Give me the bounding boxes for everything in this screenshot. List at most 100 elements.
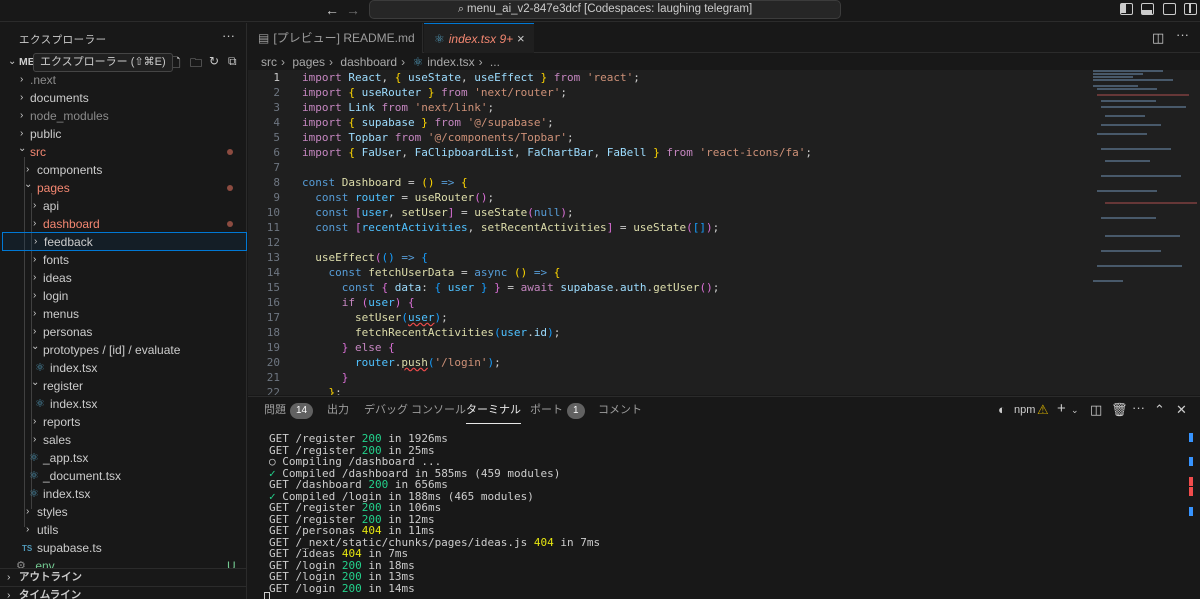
- code-line: 13 useEffect(() => {: [248, 250, 1088, 265]
- react-icon: ⚛: [29, 470, 39, 482]
- tree-folder-node-modules[interactable]: › node_modules: [0, 107, 246, 125]
- tree-folder-components[interactable]: › components: [0, 161, 246, 179]
- toggle-panel-icon[interactable]: [1141, 3, 1154, 15]
- react-icon: ⚛: [29, 452, 39, 464]
- tree-label: _document.tsx: [43, 469, 122, 483]
- chevron-right-icon: ›: [33, 416, 37, 427]
- collapse-folders-icon[interactable]: ⧉: [228, 54, 237, 69]
- tab-terminal[interactable]: ターミナル: [466, 397, 521, 424]
- tree-folder-register[interactable]: ⌄ register: [0, 377, 246, 395]
- tree-folder-next[interactable]: › .next: [0, 71, 246, 89]
- tree-folder-public[interactable]: › public: [0, 125, 246, 143]
- tree-folder-menus[interactable]: › menus: [0, 305, 246, 323]
- timeline-section[interactable]: › タイムライン: [0, 586, 246, 599]
- more-actions-icon[interactable]: ···: [1132, 400, 1145, 415]
- code-editor[interactable]: 1 import React, { useState, useEffect } f…: [248, 70, 1200, 395]
- tree-folder-fonts[interactable]: › fonts: [0, 251, 246, 269]
- breadcrumb-item[interactable]: ...: [490, 55, 500, 69]
- tab-index-tsx[interactable]: ⚛ index.tsx 9+ ×: [424, 23, 534, 53]
- tree-folder-documents[interactable]: › documents: [0, 89, 246, 107]
- tab-readme-preview[interactable]: ▤ [プレビュー] README.md: [248, 23, 423, 53]
- refresh-icon[interactable]: ↻: [209, 54, 219, 68]
- more-actions-icon[interactable]: ···: [1176, 27, 1189, 42]
- tab-debug-console[interactable]: デバッグ コンソール: [364, 397, 466, 424]
- tree-file-app-tsx[interactable]: ⚛ _app.tsx: [0, 449, 246, 467]
- tree-folder-reports[interactable]: › reports: [0, 413, 246, 431]
- minimap-line: [1093, 79, 1173, 81]
- tree-file-supabase-ts[interactable]: TS supabase.ts: [0, 539, 246, 557]
- line-number: 14: [266, 266, 280, 279]
- code-text: const { data: { user } } = await supabas…: [341, 281, 720, 294]
- tree-label: public: [30, 127, 62, 141]
- tab-ports[interactable]: ポート 1: [530, 397, 585, 424]
- tree-folder-feedback[interactable]: › feedback: [2, 232, 247, 251]
- back-arrow-icon[interactable]: ←: [325, 2, 339, 18]
- tree-label: .next: [30, 73, 57, 87]
- warning-icon: ⚠: [1037, 402, 1049, 417]
- chevron-right-icon: ›: [20, 74, 24, 85]
- tab-label: 問題: [264, 404, 286, 416]
- toggle-primary-sidebar-icon[interactable]: [1120, 3, 1133, 15]
- tree-file-index-tsx[interactable]: ⚛ index.tsx: [0, 485, 246, 503]
- more-actions-icon[interactable]: ···: [222, 28, 235, 43]
- breadcrumb-item[interactable]: src: [261, 55, 277, 69]
- line-number: 1: [273, 71, 280, 84]
- close-panel-icon[interactable]: ✕: [1176, 402, 1187, 418]
- toggle-secondary-sidebar-icon[interactable]: [1163, 3, 1176, 15]
- tree-label: pages: [37, 181, 70, 195]
- tree-folder-login[interactable]: › login: [0, 287, 246, 305]
- new-terminal-icon[interactable]: +: [1057, 400, 1066, 417]
- line-number: 19: [266, 341, 280, 354]
- tree-file-index-tsx[interactable]: ⚛ index.tsx: [0, 395, 246, 413]
- breadcrumb-item[interactable]: pages: [292, 55, 325, 69]
- tree-folder-src[interactable]: ⌄ src: [0, 143, 246, 161]
- tree-folder-ideas[interactable]: › ideas: [0, 269, 246, 287]
- code-text: import { supabase } from '@/supabase';: [302, 116, 554, 129]
- tree-folder-dashboard[interactable]: › dashboard: [0, 215, 246, 233]
- code-text: const fetchUserData = async () => {: [328, 266, 561, 279]
- tab-problems[interactable]: 問題 14: [264, 397, 314, 424]
- breadcrumb-item[interactable]: dashboard: [340, 55, 397, 69]
- minimap-line: [1097, 190, 1157, 192]
- minimap-line: [1101, 148, 1171, 150]
- chevron-right-icon: ›: [7, 589, 11, 599]
- tree-folder-api[interactable]: › api: [0, 197, 246, 215]
- tree-file-document-tsx[interactable]: ⚛ _document.tsx: [0, 467, 246, 485]
- trash-icon[interactable]: 🗑: [1111, 402, 1128, 418]
- tab-output[interactable]: 出力: [327, 397, 349, 424]
- split-editor-icon[interactable]: ◫: [1152, 30, 1164, 46]
- breadcrumb-item[interactable]: index.tsx: [427, 55, 474, 69]
- ports-count-badge: 1: [567, 403, 585, 419]
- command-center[interactable]: ⌕ menu_ai_v2-847e3dcf [Codespaces: laughi…: [369, 0, 841, 19]
- breadcrumb: src › pages › dashboard › ⚛ index.tsx › ...: [261, 54, 504, 70]
- tree-folder-utils[interactable]: › utils: [0, 521, 246, 539]
- search-icon: ⌕: [457, 3, 465, 15]
- terminal-name[interactable]: npm: [1014, 404, 1035, 416]
- code-text: }: [341, 371, 349, 384]
- code-line: 2 import { useRouter } from 'next/router'…: [248, 85, 1088, 100]
- tree-folder-pages[interactable]: ⌄ pages: [0, 179, 246, 197]
- minimap-line: [1101, 217, 1156, 219]
- preview-icon: ▤: [258, 31, 270, 45]
- line-number: 22: [266, 386, 280, 395]
- tree-folder-styles[interactable]: › styles: [0, 503, 246, 521]
- split-terminal-icon[interactable]: ◫: [1090, 402, 1102, 418]
- minimap-line: [1101, 100, 1156, 102]
- chevron-right-icon: ›: [33, 254, 37, 265]
- code-text: const [user, setUser] = useState(null);: [315, 206, 574, 219]
- chevron-down-icon[interactable]: ⌄: [1071, 405, 1079, 416]
- scrollbar-marker: [1189, 433, 1193, 442]
- tab-comments[interactable]: コメント: [598, 397, 642, 424]
- code-line: 11 const [recentActivities, setRecentAct…: [248, 220, 1088, 235]
- chevron-right-icon: ›: [20, 92, 24, 103]
- forward-arrow-icon[interactable]: →: [346, 2, 360, 18]
- tab-label: デバッグ コンソール: [364, 404, 467, 416]
- maximize-panel-icon[interactable]: ⌃: [1154, 402, 1165, 418]
- outline-section[interactable]: › アウトライン: [0, 568, 246, 586]
- minimap[interactable]: [1093, 70, 1197, 300]
- tree-folder-sales[interactable]: › sales: [0, 431, 246, 449]
- close-icon[interactable]: ×: [517, 24, 525, 54]
- tree-folder-prototypes[interactable]: ⌄ prototypes / [id] / evaluate: [0, 341, 246, 359]
- chevron-right-icon: ›: [33, 308, 37, 319]
- customize-layout-icon[interactable]: [1184, 3, 1197, 15]
